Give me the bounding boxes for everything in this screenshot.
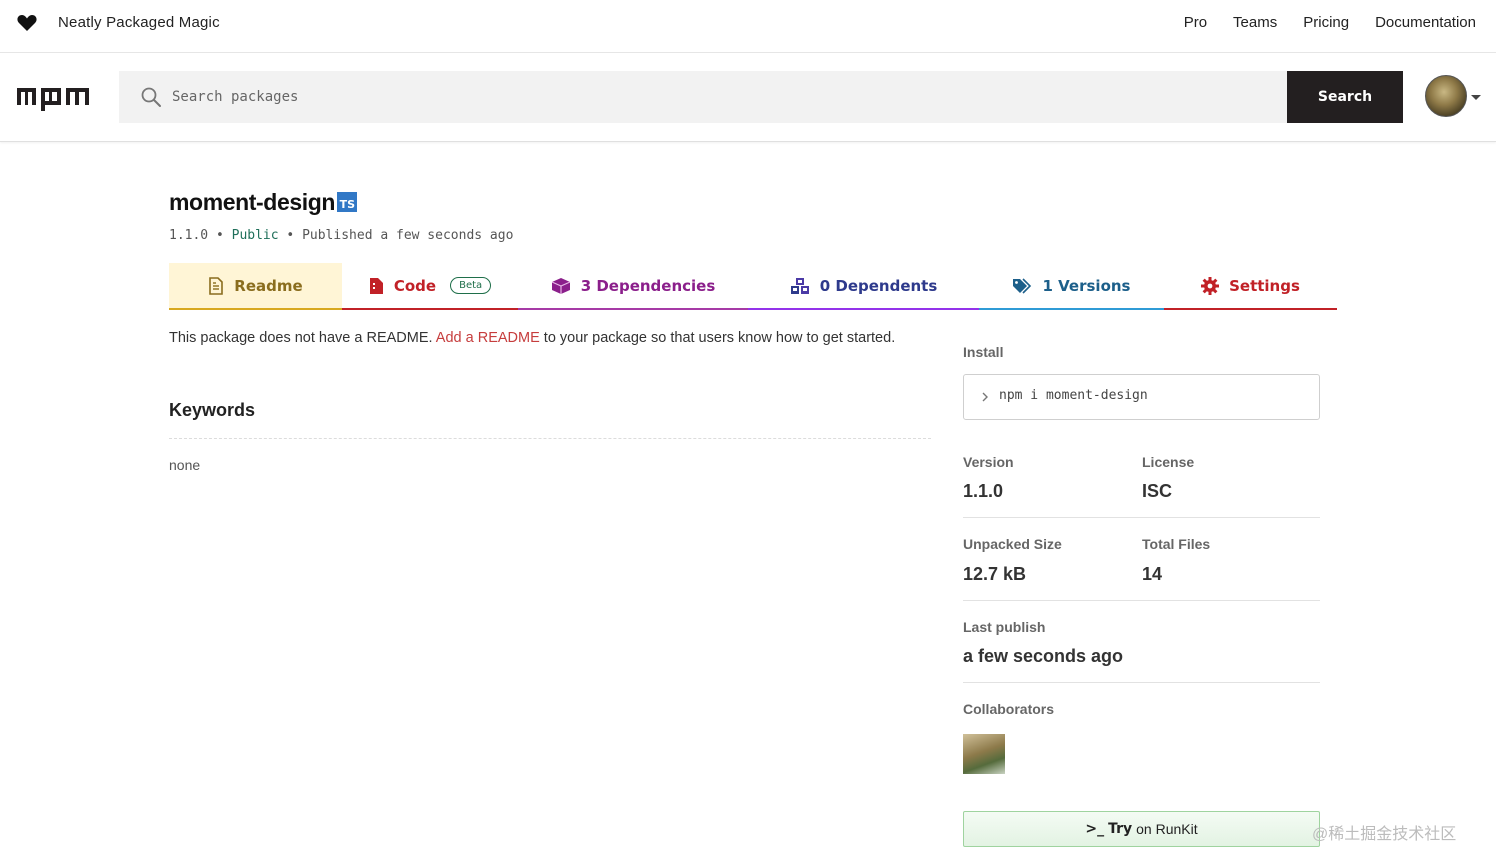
license-value: ISC bbox=[1142, 481, 1173, 501]
no-readme-text-after: to your package so that users know how t… bbox=[543, 330, 896, 346]
document-icon bbox=[209, 276, 224, 295]
total-files-label: Total Files bbox=[1142, 536, 1211, 552]
last-publish-label: Last publish bbox=[963, 619, 1046, 635]
runkit-label: on RunKit bbox=[1136, 821, 1198, 837]
top-header: Neatly Packaged Magic Pro Teams Pricing … bbox=[0, 0, 1496, 53]
package-published: Published a few seconds ago bbox=[302, 228, 514, 243]
total-files-value: 14 bbox=[1142, 564, 1163, 584]
keywords-divider bbox=[169, 438, 931, 439]
keywords-value: none bbox=[169, 457, 201, 473]
package-title: moment-design bbox=[169, 189, 336, 215]
top-nav: Pro Teams Pricing Documentation bbox=[1184, 14, 1476, 31]
version-value: 1.1.0 bbox=[963, 481, 1004, 501]
watermark: @稀土掘金技术社区 bbox=[1312, 826, 1457, 843]
tagline[interactable]: Neatly Packaged Magic bbox=[58, 14, 220, 31]
tab-readme[interactable]: Readme bbox=[169, 263, 342, 310]
meta-separator: • bbox=[286, 228, 295, 243]
package-tabs: Readme Code Beta 3 Dependencies 0 Depend… bbox=[169, 263, 1337, 310]
search-button[interactable]: Search bbox=[1287, 71, 1403, 123]
avatar[interactable] bbox=[1425, 75, 1467, 117]
unpacked-size-value: 12.7 kB bbox=[963, 564, 1027, 584]
tab-readme-label: Readme bbox=[234, 276, 303, 295]
sidebar-divider bbox=[963, 517, 1320, 518]
box-icon bbox=[551, 277, 570, 294]
tab-dependents-label: 0 Dependents bbox=[819, 276, 938, 295]
install-label: Install bbox=[963, 344, 1004, 360]
collaborator-avatar[interactable] bbox=[963, 734, 1005, 774]
tab-versions[interactable]: 1 Versions bbox=[979, 263, 1164, 310]
tab-dependencies[interactable]: 3 Dependencies bbox=[518, 263, 748, 310]
tab-dependents[interactable]: 0 Dependents bbox=[748, 263, 979, 310]
nav-pricing[interactable]: Pricing bbox=[1303, 14, 1349, 31]
version-label: Version bbox=[963, 454, 1014, 470]
heart-icon[interactable] bbox=[17, 14, 37, 32]
tab-code[interactable]: Code Beta bbox=[342, 263, 518, 310]
tab-dependencies-label: 3 Dependencies bbox=[580, 276, 716, 295]
nav-teams[interactable]: Teams bbox=[1233, 14, 1277, 31]
nav-documentation[interactable]: Documentation bbox=[1375, 14, 1476, 31]
tab-settings[interactable]: Settings bbox=[1164, 263, 1337, 310]
keywords-title: Keywords bbox=[169, 400, 256, 420]
code-file-icon bbox=[369, 277, 383, 294]
add-readme-link[interactable]: Add a README bbox=[436, 330, 540, 346]
sidebar-divider bbox=[963, 682, 1320, 683]
gear-icon bbox=[1201, 276, 1220, 295]
unpacked-size-label: Unpacked Size bbox=[963, 536, 1062, 552]
no-readme-message: This package does not have a README. Add… bbox=[169, 330, 895, 346]
tab-code-label: Code bbox=[393, 276, 437, 295]
nav-pro[interactable]: Pro bbox=[1184, 14, 1207, 31]
sidebar-divider bbox=[963, 600, 1320, 601]
package-version: 1.1.0 bbox=[169, 228, 209, 243]
meta-separator: • bbox=[215, 228, 224, 243]
search-input[interactable] bbox=[172, 71, 1272, 123]
package-meta: 1.1.0 • Public • Published a few seconds… bbox=[169, 228, 513, 243]
search-icon bbox=[141, 87, 161, 107]
typescript-badge-icon: TS bbox=[337, 192, 357, 212]
no-readme-text: This package does not have a README. bbox=[169, 330, 433, 346]
tab-settings-label: Settings bbox=[1229, 276, 1300, 295]
chevron-down-icon[interactable] bbox=[1471, 95, 1481, 100]
runkit-try-label: Try bbox=[1108, 821, 1133, 837]
beta-badge: Beta bbox=[450, 277, 492, 294]
tags-icon bbox=[1013, 277, 1032, 294]
license-label: License bbox=[1142, 454, 1195, 470]
collaborators-label: Collaborators bbox=[963, 701, 1055, 717]
install-command[interactable]: npm i moment-design bbox=[999, 388, 1148, 403]
package-visibility: Public bbox=[231, 228, 279, 243]
cubes-icon bbox=[790, 277, 809, 294]
last-publish-value: a few seconds ago bbox=[963, 646, 1124, 666]
terminal-icon: >_ bbox=[1085, 821, 1105, 837]
npm-logo-icon[interactable] bbox=[17, 85, 89, 111]
chevron-right-icon bbox=[982, 392, 988, 402]
try-on-runkit-button[interactable]: >_ Try on RunKit bbox=[963, 811, 1320, 847]
search-row: Search bbox=[0, 53, 1496, 142]
tab-versions-label: 1 Versions bbox=[1042, 276, 1131, 295]
